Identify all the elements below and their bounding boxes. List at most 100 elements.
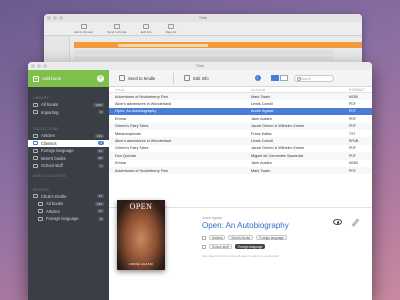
edit-pencil-icon[interactable] xyxy=(350,218,359,227)
table-row[interactable]: Don Quixote Miguel de Cervantes Saavedra P… xyxy=(109,152,372,160)
cell-title: Alice's adventures in Wonderland xyxy=(115,102,172,107)
sidebar-item-moms-books[interactable]: Mom's books 65 xyxy=(28,155,109,163)
collection-icon xyxy=(33,148,38,153)
gear-icon[interactable]: ⚙ xyxy=(97,75,104,82)
table-row[interactable]: Metamorphosis Franz Kafka TXT xyxy=(109,130,372,137)
column-header-title[interactable]: TITLE xyxy=(115,88,251,92)
cover-author: ANDRE AGASSI xyxy=(128,262,154,266)
cell-format: MOBI xyxy=(349,161,358,166)
background-row-text xyxy=(118,43,208,47)
table-row[interactable]: Grimm's Fairy Tales Jacob Grimm & Wilhelm… xyxy=(109,122,372,130)
column-header-format[interactable]: FORMAT xyxy=(349,88,369,92)
cell-format: PDF xyxy=(349,146,356,151)
cell-author: Jane Austen xyxy=(251,116,272,121)
bg-tool-icon xyxy=(167,23,174,29)
sidebar-item-label: Importing xyxy=(41,109,59,115)
view-toggle[interactable] xyxy=(270,75,288,81)
sidebar-item-label: Classics xyxy=(41,140,57,146)
count-badge: 65 xyxy=(96,156,104,161)
close-button[interactable] xyxy=(31,64,35,68)
collection-icon xyxy=(33,156,38,161)
table-row[interactable]: Alice's adventures in Wonderland Lewis Ca… xyxy=(109,137,372,145)
detail-title: Open: An Autobiography xyxy=(202,221,289,230)
kindle-icon xyxy=(119,75,125,81)
collection-tag[interactable]: Mom's books xyxy=(228,235,254,240)
table-row-selected[interactable]: Open: An Autobiography Andre Agassi PDF xyxy=(109,107,372,116)
sidebar-item-device-foreign-language[interactable]: Foreign language 8 xyxy=(28,215,109,223)
collection-tag[interactable]: Foreign language xyxy=(256,235,287,240)
edit-info-button[interactable]: Edit Info xyxy=(178,75,214,81)
sidebar-item-label: Articles xyxy=(46,208,60,214)
count-badge: 124 xyxy=(94,133,104,138)
bg-send-to-kindle: Send to Kindle xyxy=(107,23,127,34)
sidebar-item-school-stuff[interactable]: School stuff 7 xyxy=(28,162,109,170)
sidebar-item-classics[interactable]: Classics 8 xyxy=(28,139,109,147)
collection-tag[interactable]: Articles xyxy=(209,235,226,240)
cell-author: Lewis Carroll xyxy=(251,139,273,144)
kindle-icon xyxy=(33,194,38,199)
grid-view-icon[interactable] xyxy=(279,75,288,81)
send-to-kindle-button[interactable]: Send to Kindle xyxy=(113,75,161,81)
cell-format: EPUB xyxy=(349,139,359,144)
table-row[interactable]: Emma Jane Austen PDF xyxy=(109,115,372,122)
collection-checkbox[interactable] xyxy=(202,235,206,240)
cell-author: Mark Twain xyxy=(251,168,271,173)
drag-hint-text: Just drag this book to the left panel to… xyxy=(202,254,280,258)
count-badge: 8 xyxy=(98,141,104,146)
cell-author: Miguel de Cervantes Saavedra xyxy=(251,153,304,158)
cell-format: PDF xyxy=(349,116,356,121)
table-row[interactable]: Grimm's Fairy Tales Jacob Grimm & Wilhelm… xyxy=(109,145,372,152)
preview-eye-icon[interactable] xyxy=(333,219,342,225)
background-window-title: Tilde xyxy=(44,14,362,22)
collections-tag-row: Articles Mom's books Foreign language xyxy=(202,234,287,241)
info-icon[interactable]: i xyxy=(254,75,261,81)
device-tag-row: School stuff Foreign language xyxy=(202,243,266,250)
sidebar-item-device-articles[interactable]: Articles 12 xyxy=(28,208,109,216)
send-to-kindle-label: Send to Kindle xyxy=(128,75,156,81)
sidebar-item-device-all-books[interactable]: All books 120 xyxy=(28,200,109,208)
table-row[interactable]: Adventures of Huckleberry Finn Mark Twain… xyxy=(109,166,372,175)
sidebar-item-label: Mom's books xyxy=(41,155,66,161)
sidebar-item-all-books[interactable]: All books 1250 xyxy=(28,101,109,109)
window-title: Tilde xyxy=(195,63,205,68)
table-row[interactable]: Adventures of Huckleberry Finn Mark Twain… xyxy=(109,93,372,101)
sidebar-item-articles[interactable]: Articles 124 xyxy=(28,132,109,140)
cell-format: TXT xyxy=(349,131,356,136)
cell-title: Adventures of Huckleberry Finn xyxy=(115,168,169,173)
count-badge: 34 xyxy=(96,148,104,153)
cell-title: Grimm's Fairy Tales xyxy=(115,124,149,129)
cell-title: Grimm's Fairy Tales xyxy=(115,146,149,151)
sidebar-item-label: Foreign language xyxy=(41,148,74,154)
main-window: Tilde + Add book ⚙ LIBRARY All books 125… xyxy=(28,62,372,300)
count-badge: 3 xyxy=(98,110,104,115)
table-body: Adventures of Huckleberry Finn Mark Twain… xyxy=(109,93,372,175)
sidebar: + Add book ⚙ LIBRARY All books 1250 Impo… xyxy=(28,70,109,300)
collection-tag[interactable]: School stuff xyxy=(209,244,232,249)
sidebar-item-label: All books xyxy=(41,102,58,108)
table-row[interactable]: Emma Jane Austen MOBI xyxy=(109,160,372,167)
cell-format: PDF xyxy=(349,153,356,158)
collection-icon xyxy=(33,133,38,138)
zoom-button[interactable] xyxy=(43,64,47,68)
cell-title: Alice's adventures in Wonderland xyxy=(115,139,172,144)
background-toolbar: Add to Stream Send to Kindle Edit Info R… xyxy=(44,22,362,36)
list-view-icon[interactable] xyxy=(270,75,279,81)
bg-reports: Reports xyxy=(166,23,176,34)
sidebar-item-device[interactable]: Chuk's Kindle 43 xyxy=(28,193,109,201)
table-row[interactable]: Alice's adventures in Wonderland Lewis Ca… xyxy=(109,100,372,107)
books-icon xyxy=(38,201,43,206)
bg-tool-icon xyxy=(80,23,87,29)
bg-tool-icon xyxy=(143,23,150,29)
minimize-button[interactable] xyxy=(37,64,41,68)
cell-author: Jane Austen xyxy=(251,161,272,166)
search-input[interactable]: Search xyxy=(293,74,334,82)
sidebar-item-foreign-language[interactable]: Foreign language 34 xyxy=(28,147,109,155)
sidebar-item-importing[interactable]: Importing 3 xyxy=(28,109,109,117)
add-book-button[interactable]: + Add book ⚙ xyxy=(28,70,109,87)
collection-tag-active[interactable]: Foreign language xyxy=(234,244,266,249)
toolbar: Send to Kindle Edit Info i Search xyxy=(109,70,372,87)
books-table: TITLE AUTHOR FORMAT Adventures of Huckle… xyxy=(109,87,372,207)
column-header-author[interactable]: AUTHOR xyxy=(251,88,349,92)
collection-icon xyxy=(33,163,38,168)
device-checkbox[interactable] xyxy=(202,244,206,249)
